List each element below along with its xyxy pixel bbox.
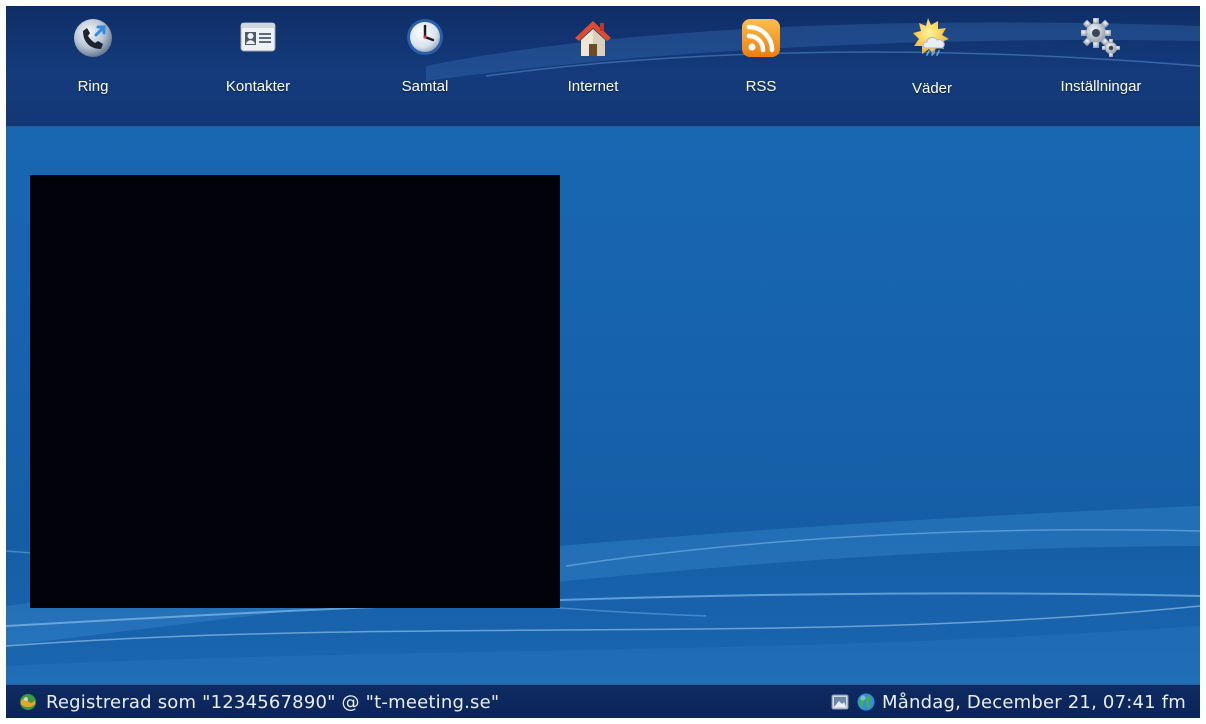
nav-label-ring: Ring	[77, 78, 109, 95]
nav-item-samtal[interactable]: Samtal	[360, 14, 490, 114]
nav-item-installningar[interactable]: Inställningar	[1036, 14, 1166, 114]
nav-label-samtal: Samtal	[401, 78, 449, 95]
contact-card-icon	[240, 22, 276, 52]
clock-icon	[407, 19, 443, 55]
date-time-text: Måndag, December 21, 07:41 fm	[882, 691, 1186, 713]
nav-item-internet[interactable]: Internet	[528, 14, 658, 114]
nav-item-rss[interactable]: RSS	[696, 14, 826, 114]
status-left: Registrerad som "1234567890" @ "t-meetin…	[18, 685, 499, 718]
home-screen: Ring Kontakter Samtal Internet RSS Väder…	[6, 6, 1200, 718]
nav-item-vader[interactable]: Väder	[867, 14, 997, 114]
picture-icon[interactable]	[830, 692, 850, 712]
phone-call-icon	[74, 19, 112, 57]
registration-status-icon[interactable]	[18, 692, 38, 712]
nav-label-vader: Väder	[911, 80, 953, 97]
status-bar: Registrerad som "1234567890" @ "t-meetin…	[6, 684, 1200, 718]
nav-label-installningar: Inställningar	[1060, 78, 1142, 95]
registration-status-text: Registrerad som "1234567890" @ "t-meetin…	[46, 691, 500, 713]
nav-item-kontakter[interactable]: Kontakter	[193, 14, 323, 114]
nav-item-ring[interactable]: Ring	[28, 14, 158, 114]
home-icon	[575, 21, 611, 56]
globe-icon[interactable]	[856, 692, 876, 712]
nav-label-internet: Internet	[567, 78, 619, 95]
top-nav-bar: Ring Kontakter Samtal Internet RSS Väder…	[6, 6, 1200, 126]
status-right: Måndag, December 21, 07:41 fm	[830, 685, 1186, 718]
video-preview[interactable]	[30, 175, 560, 608]
rss-icon	[742, 19, 780, 57]
weather-icon	[913, 18, 949, 56]
nav-label-kontakter: Kontakter	[225, 78, 291, 95]
gears-icon	[1081, 18, 1120, 57]
nav-label-rss: RSS	[745, 78, 777, 95]
